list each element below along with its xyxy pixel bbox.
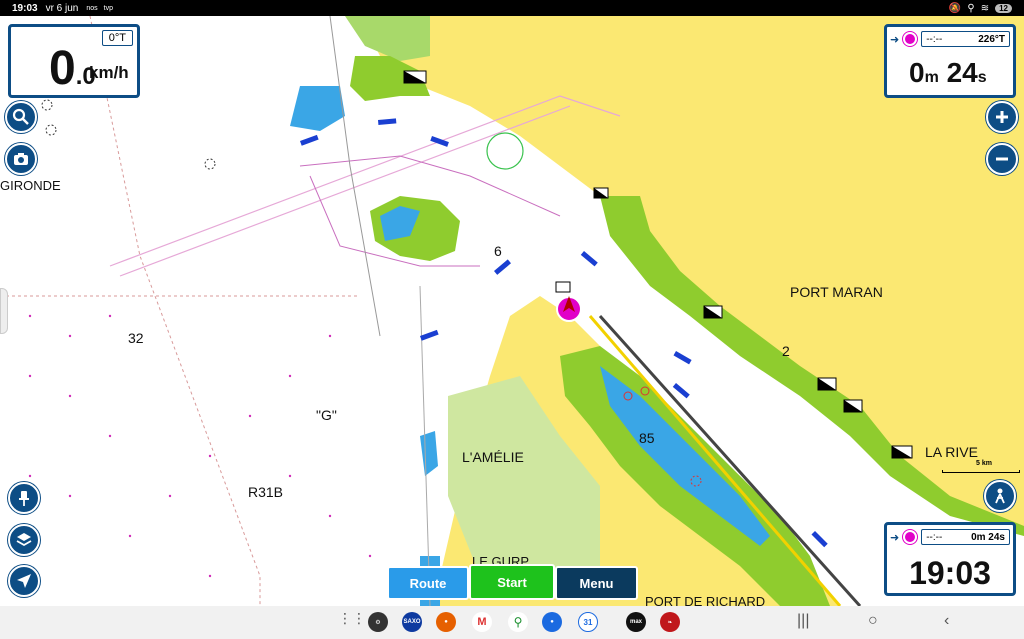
pin-icon <box>19 491 29 506</box>
clock-time: 19:03 <box>909 555 991 591</box>
camera-button[interactable] <box>5 143 37 175</box>
recent-apps-icon[interactable]: ||| <box>797 612 809 630</box>
arrow-right-icon: ➜ <box>890 531 900 544</box>
zoom-out-button[interactable] <box>986 143 1018 175</box>
status-app-icon-1: nos <box>86 4 98 12</box>
waypoint-panel[interactable]: ➜ --:-- 226°T 0m 24s <box>884 24 1016 98</box>
navigation-arrow-icon <box>17 574 31 588</box>
search-button[interactable] <box>5 101 37 133</box>
app-navigation-icon[interactable]: ❧ <box>660 612 680 632</box>
depth-6: 6 <box>494 243 502 259</box>
label-gironde: GIRONDE <box>0 178 61 193</box>
back-icon[interactable]: ‹ <box>944 612 949 630</box>
zoom-in-button[interactable] <box>986 101 1018 133</box>
app-saxo-icon[interactable]: SAXO <box>402 612 422 632</box>
scale-label: 5 km <box>976 460 992 467</box>
speed-int: 0 <box>49 42 76 95</box>
clock-waypoint-info: --:-- 0m 24s <box>921 529 1010 545</box>
clock-waypoint-distance: --:-- <box>926 531 943 543</box>
mute-icon: 🔕 <box>948 2 962 14</box>
status-app-icon-2: tvp <box>103 4 114 12</box>
label-port-de-richard: PORT DE RICHARD <box>645 594 766 606</box>
eta-seconds-unit: s <box>977 69 987 86</box>
label-g: "G" <box>316 407 337 423</box>
minus-icon <box>996 157 1008 161</box>
wifi-icon: ≋ <box>980 2 990 14</box>
waypoint-distance: --:-- <box>926 33 943 45</box>
plus-icon <box>996 111 1008 123</box>
start-button[interactable]: Start <box>469 564 555 600</box>
waypoint-icon <box>903 32 918 46</box>
eta-display: 0m 24s <box>909 57 987 89</box>
heading-value: 0°T <box>101 30 133 46</box>
depth-2: 2 <box>782 343 790 359</box>
label-port-maran: PORT MARAN <box>790 284 883 300</box>
arrow-right-icon: ➜ <box>890 33 900 46</box>
label-lamelie: L'AMÉLIE <box>462 449 524 465</box>
layers-button[interactable] <box>8 524 40 556</box>
battery-indicator: 12 <box>995 3 1012 13</box>
app-max-icon[interactable]: max <box>626 612 646 632</box>
home-icon[interactable]: ○ <box>868 612 878 630</box>
location-icon: ⚲ <box>967 2 975 14</box>
person-mode-icon <box>995 488 1005 504</box>
layers-icon <box>16 533 32 547</box>
label-la-rive: LA RIVE <box>925 444 978 460</box>
speed-panel[interactable]: 0°T 0.0 km/h <box>8 24 140 98</box>
scale-bar: 5 km <box>942 460 1020 474</box>
locate-button[interactable] <box>8 565 40 597</box>
eta-minutes: 0 <box>909 57 925 88</box>
status-date: vr 6 jun <box>45 2 79 14</box>
depth-32: 32 <box>128 330 144 346</box>
app-drawer-icon[interactable]: ⋮⋮ <box>338 610 366 627</box>
menu-button[interactable]: Menu <box>555 566 638 600</box>
app-settings-icon[interactable]: ⚙ <box>368 612 388 632</box>
app-calendar-icon[interactable]: 31 <box>578 612 598 632</box>
status-time: 19:03 <box>12 2 38 14</box>
app-gmail-icon[interactable]: M <box>472 612 492 632</box>
waypoint-info: --:-- 226°T <box>921 31 1010 47</box>
side-drawer-handle[interactable] <box>0 288 8 334</box>
status-bar: 19:03 vr 6 jun nos tvp 🔕 ⚲ ≋ 12 <box>0 0 1024 16</box>
speed-unit: km/h <box>89 63 129 82</box>
chart-map[interactable]: GIRONDE PORT MARAN LA RIVE L'AMÉLIE LE G… <box>0 16 1024 606</box>
pin-button[interactable] <box>8 482 40 514</box>
mode-button[interactable] <box>984 480 1016 512</box>
camera-icon <box>14 153 28 165</box>
clock-waypoint-eta: 0m 24s <box>971 531 1005 543</box>
app-maps-icon[interactable]: ⚲ <box>508 612 528 632</box>
route-button[interactable]: Route <box>387 566 469 600</box>
app-contacts-icon[interactable]: ● <box>542 612 562 632</box>
search-icon <box>12 108 29 125</box>
eta-seconds: 24 <box>946 57 978 88</box>
app-firefox-icon[interactable]: ● <box>436 612 456 632</box>
waypoint-bearing: 226°T <box>978 33 1005 45</box>
clock-panel[interactable]: ➜ --:-- 0m 24s 19:03 <box>884 522 1016 596</box>
label-r31b: R31B <box>248 484 284 500</box>
depth-85: 85 <box>639 430 655 446</box>
chart-canvas[interactable] <box>0 16 1024 606</box>
waypoint-icon <box>903 530 918 544</box>
eta-minutes-unit: m <box>924 69 939 86</box>
